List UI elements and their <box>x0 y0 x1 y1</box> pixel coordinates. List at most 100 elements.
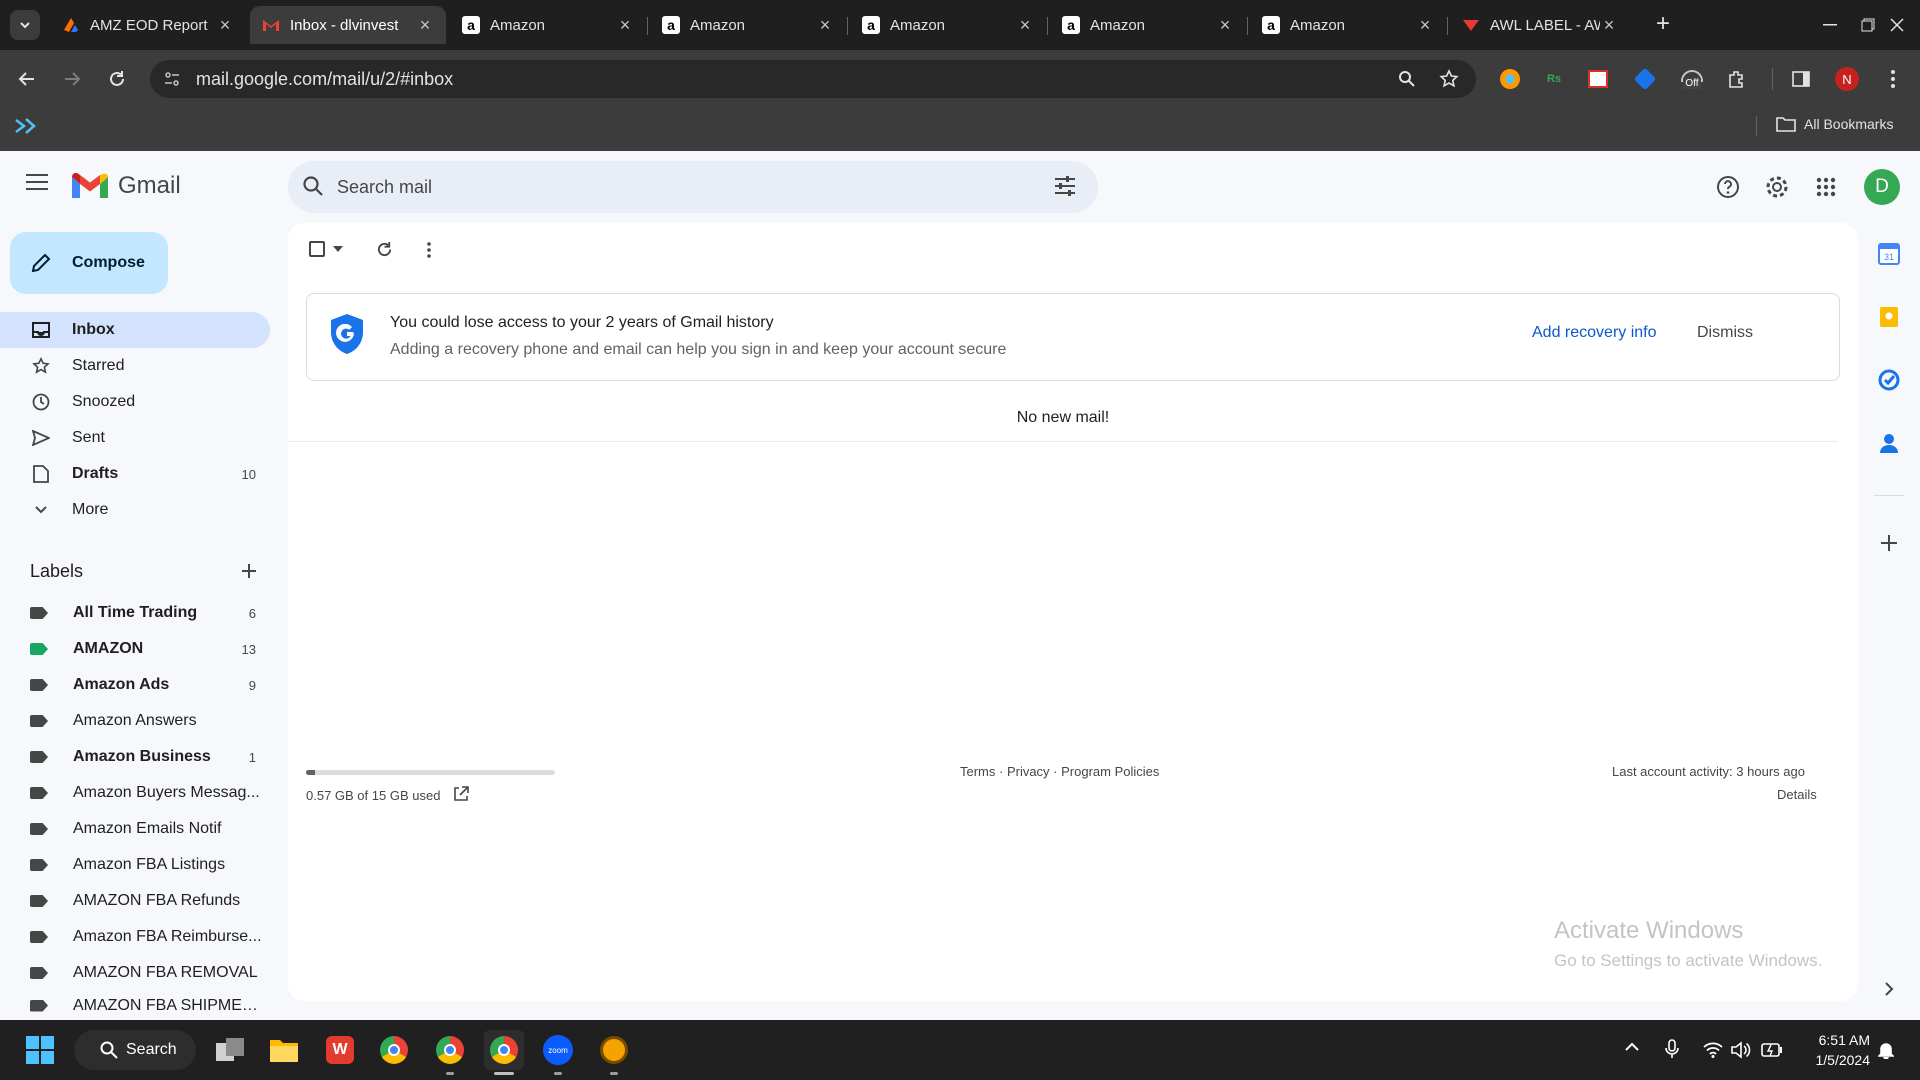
nav-item-starred[interactable]: Starred <box>0 348 270 384</box>
refresh-button[interactable] <box>376 241 393 258</box>
close-icon[interactable]: × <box>816 15 834 36</box>
get-addons-plus-icon[interactable] <box>1874 528 1904 558</box>
side-panel-icon[interactable] <box>1784 62 1818 96</box>
volume-icon[interactable] <box>1731 1041 1751 1059</box>
close-icon[interactable]: × <box>216 15 234 36</box>
file-explorer-icon[interactable] <box>264 1030 304 1070</box>
browser-menu-icon[interactable] <box>1876 62 1910 96</box>
zoom-app-icon[interactable]: zoom <box>538 1030 578 1070</box>
extension-off-icon[interactable]: Off <box>1675 62 1709 96</box>
compose-button[interactable]: Compose <box>10 232 168 294</box>
label-item[interactable]: Amazon Emails Notif <box>0 811 270 847</box>
browser-tab[interactable]: AMZ EOD Report × <box>50 6 246 44</box>
contacts-icon[interactable] <box>1874 428 1904 458</box>
label-item[interactable]: Amazon Business 1 <box>0 739 270 775</box>
extension-blue-icon[interactable] <box>1628 62 1662 96</box>
keep-icon[interactable] <box>1874 302 1904 332</box>
reload-button[interactable] <box>100 62 134 96</box>
browser-tab[interactable]: AWL LABEL - AW × <box>1450 6 1630 44</box>
wifi-icon[interactable] <box>1703 1042 1723 1058</box>
gmail-logo[interactable]: Gmail <box>72 172 181 200</box>
taskbar-search-label: Search <box>126 1041 177 1058</box>
clock[interactable]: 6:51 AM 1/5/2024 <box>1800 1030 1871 1070</box>
footer-links[interactable]: Terms · Privacy · Program Policies <box>960 764 1159 779</box>
extensions-puzzle-icon[interactable] <box>1720 62 1754 96</box>
close-window-button[interactable] <box>1874 0 1920 50</box>
label-item[interactable]: Amazon Buyers Messag... <box>0 775 270 811</box>
wps-office-icon[interactable]: W <box>320 1030 360 1070</box>
close-icon[interactable]: × <box>1216 15 1234 36</box>
select-all-checkbox[interactable] <box>309 241 343 257</box>
all-bookmarks-button[interactable]: All Bookmarks <box>1776 116 1893 132</box>
search-input[interactable]: Search mail <box>337 177 432 198</box>
browser-tab[interactable]: a Amazon × <box>1250 6 1446 44</box>
bookmark-app-icon[interactable] <box>14 117 36 135</box>
forward-button[interactable] <box>55 62 89 96</box>
browser-tab[interactable]: a Amazon × <box>850 6 1046 44</box>
browser-tab[interactable]: a Amazon × <box>450 6 646 44</box>
browser-tab[interactable]: a Amazon × <box>650 6 846 44</box>
close-icon[interactable]: × <box>416 15 434 36</box>
chrome-icon[interactable] <box>374 1030 414 1070</box>
close-icon[interactable]: × <box>1416 15 1434 36</box>
show-hidden-icons-chevron-icon[interactable] <box>1624 1042 1640 1052</box>
nav-item-inbox[interactable]: Inbox <box>0 312 270 348</box>
url-text[interactable]: mail.google.com/mail/u/2/#inbox <box>196 69 453 90</box>
label-item[interactable]: AMAZON FBA REMOVAL <box>0 955 270 991</box>
nav-item-drafts[interactable]: Drafts 10 <box>0 456 270 492</box>
nav-item-snoozed[interactable]: Snoozed <box>0 384 270 420</box>
microphone-icon[interactable] <box>1665 1039 1679 1059</box>
profile-avatar[interactable]: N <box>1835 67 1859 91</box>
zoom-icon[interactable] <box>1390 62 1424 96</box>
browser-tab[interactable]: a Amazon × <box>1050 6 1246 44</box>
nav-item-sent[interactable]: Sent <box>0 420 270 456</box>
open-in-new-icon[interactable] <box>453 786 469 802</box>
settings-gear-icon[interactable] <box>1764 174 1790 200</box>
google-apps-icon[interactable] <box>1816 177 1836 197</box>
close-icon[interactable]: × <box>616 15 634 36</box>
chrome-active-window-icon[interactable] <box>484 1030 524 1070</box>
close-icon[interactable]: × <box>1016 15 1034 36</box>
notifications-bell-icon[interactable] <box>1878 1041 1894 1059</box>
label-item[interactable]: AMAZON FBA SHIPMEN... <box>0 991 270 1020</box>
help-icon[interactable] <box>1715 174 1741 200</box>
browser-tab-active[interactable]: Inbox - dlvinvest × <box>250 6 446 44</box>
label-item[interactable]: AMAZON FBA Refunds <box>0 883 270 919</box>
taskbar-search[interactable]: Search <box>74 1030 196 1070</box>
label-item[interactable]: Amazon Ads 9 <box>0 667 270 703</box>
site-info-icon[interactable] <box>163 70 181 88</box>
add-recovery-info-button[interactable]: Add recovery info <box>1532 324 1657 342</box>
label-item[interactable]: Amazon FBA Listings <box>0 847 270 883</box>
details-link[interactable]: Details <box>1777 787 1817 802</box>
battery-icon[interactable] <box>1761 1043 1783 1057</box>
extension-rs-icon[interactable]: Rs <box>1537 62 1571 96</box>
tab-search-button[interactable] <box>10 10 40 40</box>
task-view-icon[interactable] <box>210 1030 250 1070</box>
windows-start-button[interactable] <box>20 1030 60 1070</box>
minimize-button[interactable] <box>1810 0 1850 50</box>
dismiss-button[interactable]: Dismiss <box>1697 324 1753 342</box>
calendar-icon[interactable]: 31 <box>1874 239 1904 269</box>
label-item[interactable]: All Time Trading 6 <box>0 595 270 631</box>
search-options-icon[interactable] <box>1054 175 1076 197</box>
chrome-profile-icon[interactable] <box>430 1030 470 1070</box>
label-item[interactable]: Amazon FBA Reimburse... <box>0 919 270 955</box>
more-actions-icon[interactable] <box>427 242 431 258</box>
extension-orange-icon[interactable] <box>1493 62 1527 96</box>
close-icon[interactable]: × <box>1600 15 1618 36</box>
create-label-button[interactable] <box>240 562 258 580</box>
label-item[interactable]: AMAZON 13 <box>0 631 270 667</box>
back-button[interactable] <box>10 62 44 96</box>
tasks-icon[interactable] <box>1874 365 1904 395</box>
nav-item-more[interactable]: More <box>0 492 270 528</box>
main-menu-button[interactable] <box>26 174 48 190</box>
search-icon[interactable] <box>302 175 324 197</box>
clock-icon <box>30 393 52 411</box>
new-tab-button[interactable]: + <box>1650 12 1676 38</box>
account-avatar[interactable]: D <box>1864 169 1900 205</box>
game-app-icon[interactable] <box>594 1030 634 1070</box>
extension-red-icon[interactable] <box>1581 62 1615 96</box>
bookmark-star-icon[interactable] <box>1432 62 1466 96</box>
show-side-panel-chevron-icon[interactable] <box>1874 974 1904 1004</box>
label-item[interactable]: Amazon Answers <box>0 703 270 739</box>
